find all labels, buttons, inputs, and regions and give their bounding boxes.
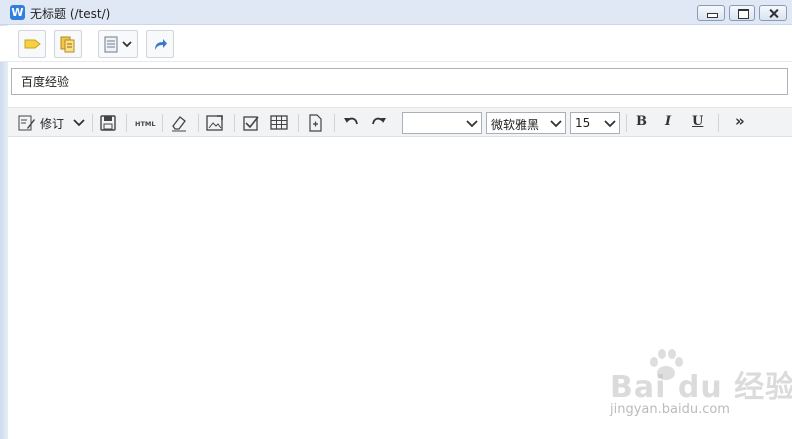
chevron-down-icon [550, 120, 562, 128]
redo-button[interactable] [370, 112, 388, 134]
title-bar: W 无标题 (/test/) [0, 0, 792, 25]
toolbar-divider [234, 114, 235, 132]
italic-button[interactable]: I [665, 114, 671, 129]
minimize-button[interactable] [697, 5, 725, 21]
note-toolbar [0, 26, 792, 62]
maximize-icon [730, 6, 754, 20]
toolbar-divider [198, 114, 199, 132]
watermark-brand: Bai du 经验 [610, 370, 792, 405]
toolbar-divider [92, 114, 93, 132]
notebook-button[interactable] [54, 30, 82, 58]
toolbar-divider [162, 114, 163, 132]
editor-toolbar: 修订 HTML 微软雅黑 15 B I U » [8, 107, 792, 137]
close-button[interactable] [759, 5, 787, 21]
toolbar-divider [626, 114, 627, 132]
note-title-input[interactable] [11, 68, 788, 95]
document-list-dropdown[interactable] [98, 30, 138, 58]
chevron-down-icon [604, 120, 616, 128]
toolbar-divider [334, 114, 335, 132]
share-icon [155, 39, 167, 50]
bold-button[interactable]: B [636, 114, 647, 129]
clear-format-button[interactable] [170, 112, 188, 134]
redo-icon [372, 117, 386, 125]
share-button[interactable] [146, 30, 174, 58]
close-icon [760, 6, 786, 20]
revise-dropdown[interactable]: 修订 [18, 112, 86, 134]
revise-label: 修订 [40, 117, 65, 131]
document-list-icon [104, 36, 132, 53]
paragraph-style-select[interactable] [402, 112, 482, 134]
save-icon [100, 115, 116, 131]
underline-button[interactable]: U [692, 114, 703, 129]
undo-button[interactable] [342, 112, 360, 134]
checkbox-button[interactable] [242, 112, 260, 134]
revise-icon [18, 115, 35, 131]
font-family-select[interactable]: 微软雅黑 [486, 112, 566, 134]
app-logo-icon: W [10, 5, 25, 20]
watermark-url: jingyan.baidu.com [610, 402, 730, 417]
checkbox-icon [243, 116, 259, 131]
chevron-down-icon [466, 120, 478, 128]
image-icon [206, 115, 223, 131]
window-title: 无标题 (/test/) [30, 7, 111, 21]
font-size-select[interactable]: 15 [570, 112, 620, 134]
insert-image-button[interactable] [206, 112, 224, 134]
attachment-icon [309, 114, 322, 132]
tag-button[interactable] [18, 30, 46, 58]
more-tools-button[interactable]: » [735, 112, 745, 130]
toolbar-divider [126, 114, 127, 132]
chevron-down-icon [73, 119, 85, 127]
font-size-value: 15 [575, 116, 591, 130]
font-family-value: 微软雅黑 [491, 118, 540, 132]
toolbar-divider [298, 114, 299, 132]
insert-table-button[interactable] [270, 112, 288, 134]
attachment-button[interactable] [306, 112, 324, 134]
undo-icon [344, 117, 358, 125]
window-left-edge [0, 0, 8, 439]
minimize-icon [698, 6, 724, 20]
svg-text:HTML: HTML [135, 120, 155, 128]
baidu-watermark: Bai du 经验 jingyan.baidu.com [586, 346, 792, 426]
html-button[interactable]: HTML [134, 112, 156, 134]
html-icon: HTML [135, 120, 155, 128]
toolbar-divider [718, 114, 719, 132]
table-icon [270, 115, 288, 130]
tag-icon [24, 39, 41, 49]
save-button[interactable] [100, 112, 116, 134]
notebook-icon [60, 36, 75, 53]
maximize-button[interactable] [729, 5, 755, 21]
eraser-icon [172, 116, 186, 132]
